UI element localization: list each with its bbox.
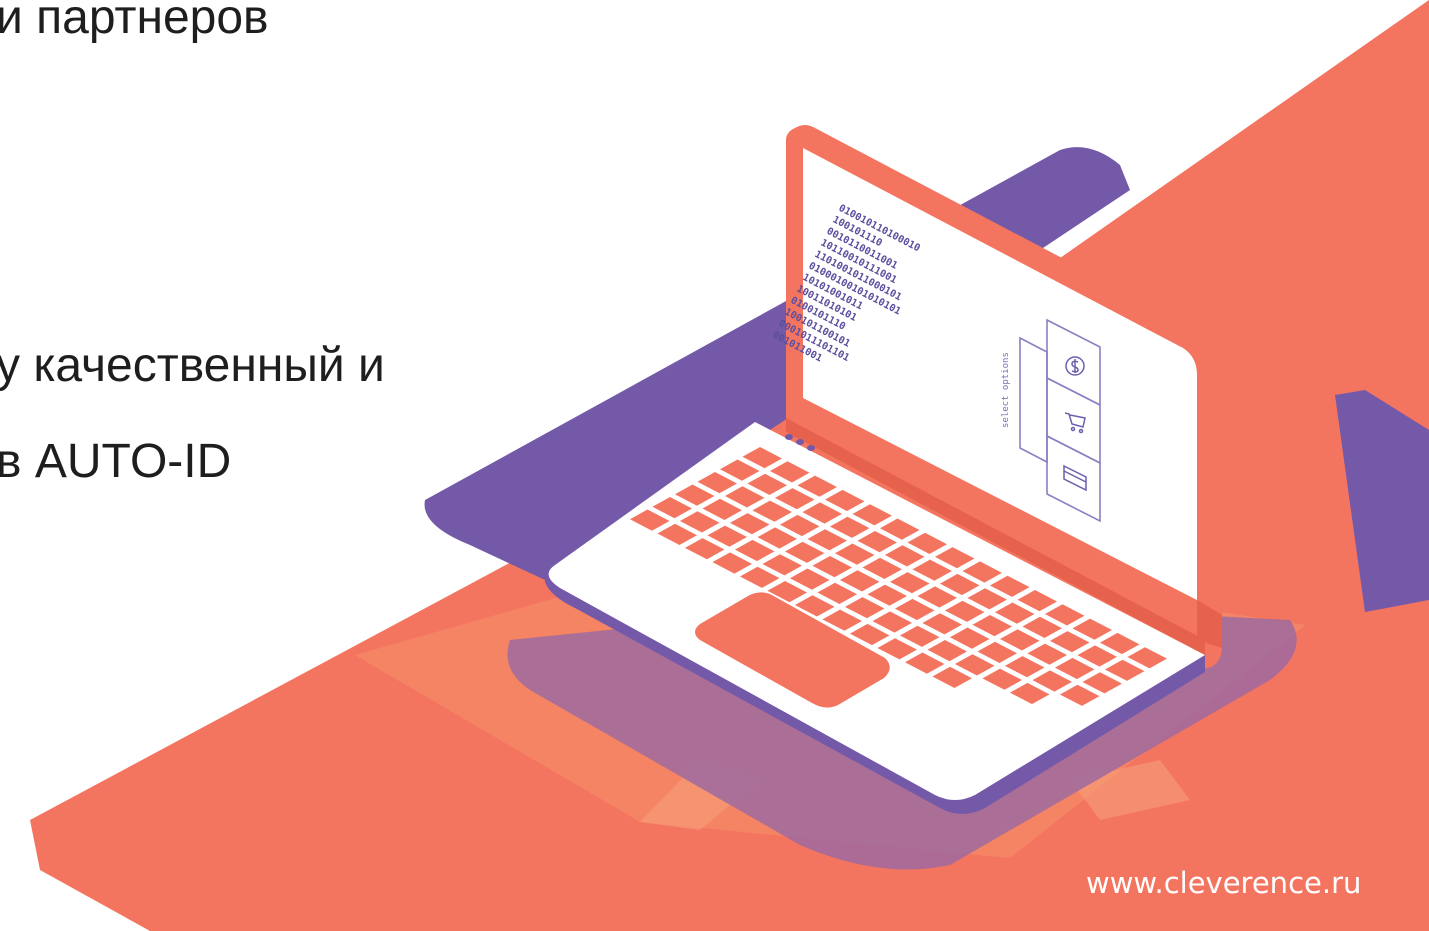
slide: 010010110100010 100101110 0010110011001 … <box>0 0 1429 931</box>
slide-text-line: в AUTO-ID <box>0 435 232 488</box>
slide-text-line: и партнеров <box>0 0 269 44</box>
select-options-label: select options <box>1001 352 1011 428</box>
footer-website-link[interactable]: www.cleverence.ru <box>1086 866 1361 900</box>
slide-text-line: у качественный и <box>0 339 385 392</box>
